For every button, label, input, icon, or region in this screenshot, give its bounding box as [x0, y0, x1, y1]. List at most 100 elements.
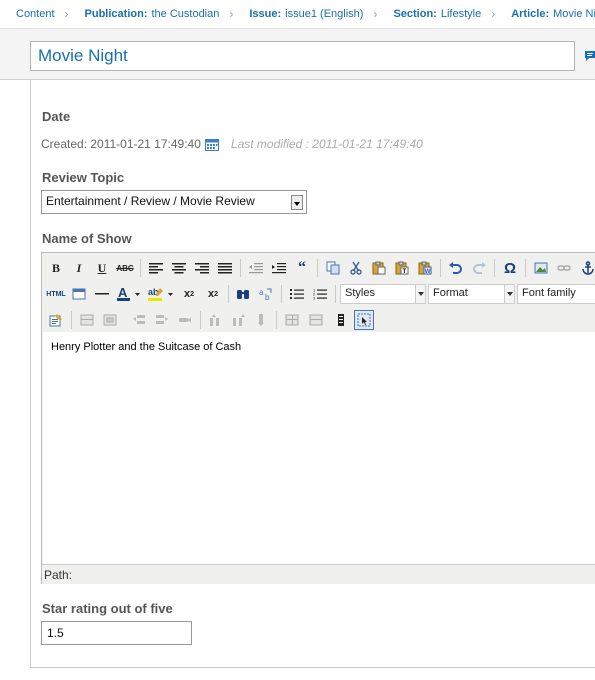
date-label: Date [42, 109, 71, 124]
styles-select-label: Styles [345, 287, 375, 299]
strikethrough-button[interactable]: ABC [115, 258, 135, 278]
name-of-show-label: Name of Show [42, 231, 132, 246]
align-right-icon[interactable] [192, 258, 212, 278]
breadcrumb-content-value[interactable]: Content [16, 8, 55, 20]
toolbar-separator [200, 311, 201, 329]
outdent-icon[interactable] [246, 258, 266, 278]
image-icon[interactable] [531, 258, 551, 278]
title-bar [0, 28, 595, 80]
path-label: Path: [44, 568, 73, 582]
edit-attributes-icon[interactable] [46, 310, 66, 330]
review-topic-label: Review Topic [42, 170, 125, 185]
toolbar-separator [276, 311, 277, 329]
breadcrumb-publication[interactable]: Publication: the Custodian › [69, 7, 234, 21]
align-left-icon[interactable] [146, 258, 166, 278]
dropdown-arrow-icon[interactable] [415, 285, 425, 303]
replace-icon[interactable]: ab [256, 284, 276, 304]
redo-icon[interactable] [470, 258, 490, 278]
insert-col-before-icon[interactable] [205, 310, 225, 330]
date-info: Created: 2011-01-21 17:49:40 Last modifi… [41, 137, 423, 151]
unlink-icon[interactable] [554, 258, 574, 278]
breadcrumb-issue[interactable]: Issue: issue1 (English) › [233, 7, 377, 21]
undo-icon[interactable] [445, 258, 465, 278]
editor-content-area[interactable]: Henry Plotter and the Suitcase of Cash [43, 332, 595, 564]
paste-icon[interactable] [369, 258, 389, 278]
highlight-color-icon[interactable]: ab [146, 284, 176, 304]
paste-word-icon[interactable]: W [415, 258, 435, 278]
italic-button[interactable]: I [69, 258, 89, 278]
star-rating-label: Star rating out of five [42, 601, 173, 616]
review-topic-select[interactable]: Entertainment / Review / Movie Review [41, 190, 307, 214]
delete-col-icon[interactable] [251, 310, 271, 330]
breadcrumb-article-label: Article: [511, 8, 550, 20]
svg-text:3: 3 [313, 296, 316, 301]
copy-icon[interactable] [323, 258, 343, 278]
article-title-input[interactable] [30, 41, 575, 71]
underline-button[interactable]: U [92, 258, 112, 278]
breadcrumb-section-value[interactable]: Lifestyle [441, 8, 481, 20]
breadcrumb-content[interactable]: Content › [0, 7, 69, 21]
bullet-list-icon[interactable] [287, 284, 307, 304]
svg-text:W: W [425, 269, 431, 275]
align-center-icon[interactable] [169, 258, 189, 278]
breadcrumb-issue-value[interactable]: issue1 (English) [285, 8, 363, 20]
cell-properties-icon[interactable] [100, 310, 120, 330]
svg-text:b: b [265, 293, 270, 301]
full-page-icon[interactable] [69, 284, 89, 304]
toolbar-separator [140, 259, 141, 277]
format-select-label: Format [433, 287, 468, 299]
paste-text-icon[interactable]: T [392, 258, 412, 278]
toolbar-separator [228, 285, 229, 303]
breadcrumb-publication-value[interactable]: the Custodian [151, 8, 219, 20]
anchor-icon[interactable] [578, 258, 595, 278]
delete-row-icon[interactable] [175, 310, 195, 330]
calendar-icon[interactable] [204, 138, 219, 151]
insert-col-after-icon[interactable] [228, 310, 248, 330]
breadcrumb-section[interactable]: Section: Lifestyle › [377, 7, 495, 21]
last-modified-date: Last modified : 2011-01-21 17:49:40 [230, 137, 423, 151]
subscript-icon[interactable]: x2 [179, 284, 199, 304]
merge-cells-icon[interactable] [306, 310, 326, 330]
toolbar-separator [525, 259, 526, 277]
review-topic-selected: Entertainment / Review / Movie Review [46, 194, 255, 208]
star-rating-input[interactable] [41, 621, 192, 645]
indent-icon[interactable] [269, 258, 289, 278]
font-family-select[interactable]: Font family [517, 284, 595, 304]
insert-row-before-icon[interactable] [129, 310, 149, 330]
dropdown-arrow-icon[interactable] [504, 285, 514, 303]
toolbar-row-3 [42, 307, 595, 333]
toolbar-separator [71, 311, 72, 329]
html-source-button[interactable]: HTML [46, 284, 66, 304]
breadcrumb-article[interactable]: Article:Movie Night (E [495, 8, 595, 20]
dropdown-arrow-icon[interactable] [291, 195, 303, 210]
toolbar-separator [317, 259, 318, 277]
bold-button[interactable]: B [46, 258, 66, 278]
styles-select[interactable]: Styles [340, 284, 426, 304]
horizontal-rule-icon[interactable] [92, 284, 112, 304]
special-character-icon[interactable]: Ω [500, 258, 520, 278]
align-justify-icon[interactable] [215, 258, 235, 278]
toolbar-separator [281, 285, 282, 303]
insert-row-after-icon[interactable] [152, 310, 172, 330]
pagebreak-icon[interactable] [331, 310, 351, 330]
visual-aid-icon[interactable] [354, 310, 374, 330]
numbered-list-icon[interactable]: 123 [310, 284, 330, 304]
toolbar-separator [240, 259, 241, 277]
find-icon[interactable] [233, 284, 253, 304]
rich-text-editor: B I U ABC “ T W Ω HTML A ab x2 x 2 a b 1… [41, 252, 595, 584]
font-family-select-label: Font family [522, 287, 576, 299]
svg-text:a: a [259, 288, 264, 297]
split-cells-icon[interactable] [282, 310, 302, 330]
text-color-icon[interactable]: A [115, 284, 143, 304]
superscript-icon[interactable]: x2 [203, 284, 223, 304]
blockquote-icon[interactable]: “ [292, 258, 312, 278]
toolbar-separator [494, 259, 495, 277]
comment-icon[interactable] [584, 50, 595, 62]
table-properties-icon[interactable] [77, 310, 97, 330]
toolbar-separator [335, 285, 336, 303]
svg-text:A: A [118, 286, 128, 300]
svg-text:T: T [403, 269, 407, 275]
breadcrumb-article-value[interactable]: Movie Night (E [553, 8, 595, 20]
format-select[interactable]: Format [428, 284, 515, 304]
cut-icon[interactable] [346, 258, 366, 278]
